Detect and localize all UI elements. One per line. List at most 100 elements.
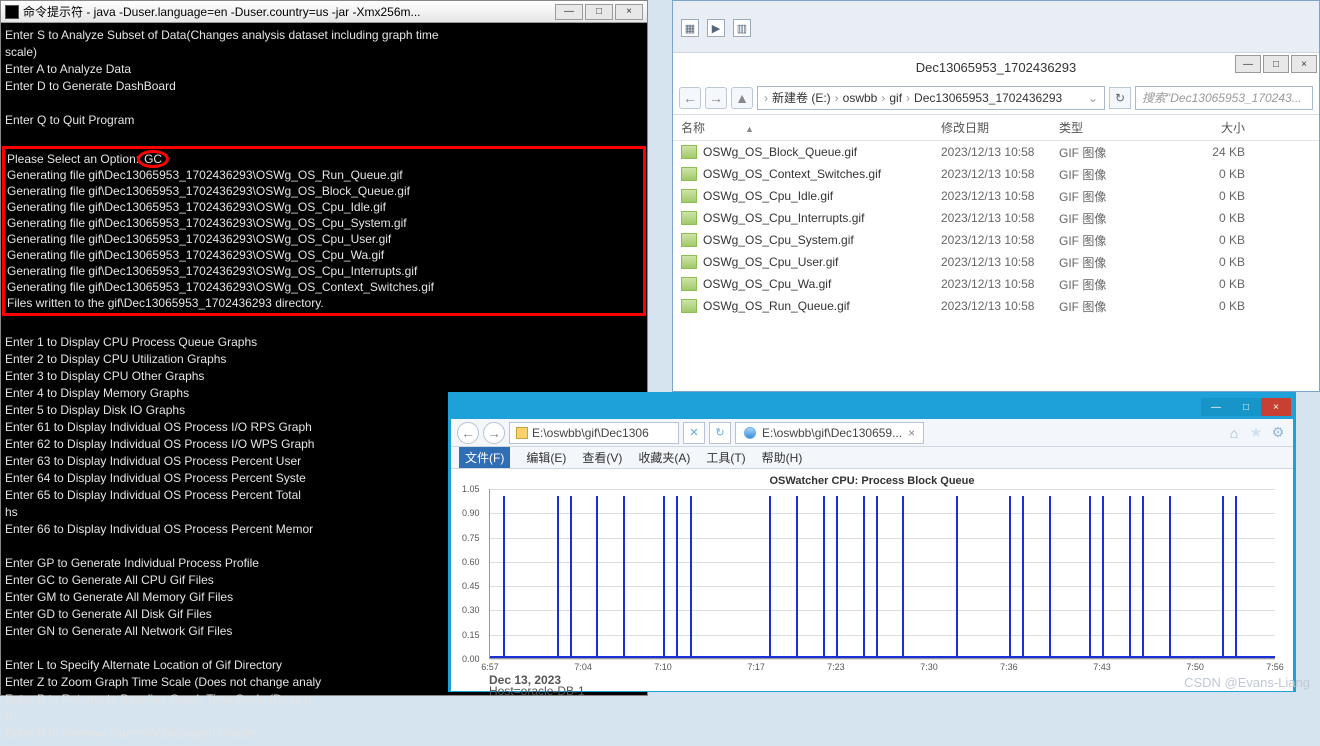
file-type: GIF 图像 — [1059, 144, 1175, 161]
file-type: GIF 图像 — [1059, 210, 1175, 227]
chart-spike — [796, 496, 798, 658]
chart-plot: 0.000.150.300.450.600.750.901.056:577:04… — [489, 489, 1275, 659]
breadcrumb-item[interactable]: 新建卷 (E:) — [772, 89, 831, 106]
cmd-close-button[interactable]: × — [615, 4, 643, 20]
col-type-label[interactable]: 类型 — [1059, 119, 1175, 136]
opt-prompt: Please Select an Option: — [7, 152, 139, 166]
ie-back-button[interactable]: ← — [457, 422, 479, 444]
menu-favorites[interactable]: 收藏夹(A) — [638, 449, 690, 466]
file-size: 0 KB — [1175, 299, 1245, 313]
menu-tools[interactable]: 工具(T) — [706, 449, 745, 466]
settings-gear-icon[interactable]: ⚙ — [1269, 424, 1287, 442]
col-date-label[interactable]: 修改日期 — [941, 119, 1059, 136]
column-headers[interactable]: 名称 ▲ 修改日期 类型 大小 — [673, 115, 1319, 141]
file-row[interactable]: OSWg_OS_Cpu_Interrupts.gif2023/12/13 10:… — [673, 207, 1319, 229]
ie-tab[interactable]: E:\oswbb\gif\Dec130659... × — [735, 422, 924, 444]
ie-menu-bar[interactable]: 文件(F) 编辑(E) 查看(V) 收藏夹(A) 工具(T) 帮助(H) — [451, 447, 1293, 469]
breadcrumb-item[interactable]: oswbb — [843, 91, 878, 105]
menu-edit[interactable]: 编辑(E) — [526, 449, 566, 466]
file-row[interactable]: OSWg_OS_Cpu_System.gif2023/12/13 10:58GI… — [673, 229, 1319, 251]
favorites-icon[interactable]: ★ — [1247, 424, 1265, 442]
file-row[interactable]: OSWg_OS_Run_Queue.gif2023/12/13 10:58GIF… — [673, 295, 1319, 317]
file-date: 2023/12/13 10:58 — [941, 233, 1059, 247]
file-row[interactable]: OSWg_OS_Block_Queue.gif2023/12/13 10:58G… — [673, 141, 1319, 163]
chart-spike — [1022, 496, 1024, 658]
refresh-button[interactable]: ↻ — [1109, 87, 1131, 109]
explorer-maximize-button[interactable]: □ — [1263, 55, 1289, 73]
explorer-title-text: Dec13065953_1702436293 — [916, 60, 1077, 75]
toolbar-icon[interactable]: ▦ — [681, 19, 699, 37]
ie-close-button[interactable]: × — [1261, 398, 1291, 416]
explorer-address-row: ← → ▲ › 新建卷 (E:) › oswbb › gif › Dec1306… — [673, 81, 1319, 115]
ie-address-bar[interactable]: E:\oswbb\gif\Dec1306 — [509, 422, 679, 444]
menu-view[interactable]: 查看(V) — [582, 449, 622, 466]
file-row[interactable]: OSWg_OS_Cpu_User.gif2023/12/13 10:58GIF … — [673, 251, 1319, 273]
chart-spike — [623, 496, 625, 658]
nav-up-button[interactable]: ▲ — [731, 87, 753, 109]
y-tick-label: 0.15 — [462, 630, 480, 640]
nav-back-button[interactable]: ← — [679, 87, 701, 109]
file-row[interactable]: OSWg_OS_Cpu_Wa.gif2023/12/13 10:58GIF 图像… — [673, 273, 1319, 295]
address-bar[interactable]: › 新建卷 (E:) › oswbb › gif › Dec13065953_1… — [757, 86, 1105, 110]
col-name-label[interactable]: 名称 — [681, 121, 705, 135]
file-name: OSWg_OS_Cpu_Interrupts.gif — [703, 211, 941, 225]
file-icon — [681, 167, 697, 181]
y-tick-label: 0.30 — [462, 605, 480, 615]
nav-forward-button[interactable]: → — [705, 87, 727, 109]
chart-spike — [663, 496, 665, 658]
toolbar-icon[interactable]: ▥ — [733, 19, 751, 37]
file-size: 0 KB — [1175, 233, 1245, 247]
cmd-minimize-button[interactable]: — — [555, 4, 583, 20]
file-row[interactable]: OSWg_OS_Cpu_Idle.gif2023/12/13 10:58GIF … — [673, 185, 1319, 207]
menu-help[interactable]: 帮助(H) — [762, 449, 803, 466]
cmd-titlebar[interactable]: 命令提示符 - java -Duser.language=en -Duser.c… — [1, 1, 647, 23]
ie-tab-close-icon[interactable]: × — [908, 426, 915, 440]
breadcrumb-sep: › — [881, 91, 885, 105]
explorer-titlebar[interactable]: Dec13065953_1702436293 — □ × — [673, 53, 1319, 81]
file-icon — [681, 299, 697, 313]
file-type: GIF 图像 — [1059, 188, 1175, 205]
chart-area: OSWatcher CPU: Process Block Queue 0.000… — [451, 469, 1293, 691]
file-icon — [681, 277, 697, 291]
chart-baseline — [490, 656, 1275, 658]
x-tick-label: 7:10 — [654, 662, 672, 672]
ie-minimize-button[interactable]: — — [1201, 398, 1231, 416]
file-row[interactable]: OSWg_OS_Context_Switches.gif2023/12/13 1… — [673, 163, 1319, 185]
ie-stop-button[interactable]: ✕ — [683, 422, 705, 444]
home-icon[interactable]: ⌂ — [1225, 424, 1243, 442]
cmd-maximize-button[interactable]: □ — [585, 4, 613, 20]
x-tick-label: 7:36 — [1000, 662, 1018, 672]
file-list: OSWg_OS_Block_Queue.gif2023/12/13 10:58G… — [673, 141, 1319, 317]
chart-spike — [876, 496, 878, 658]
breadcrumb-item[interactable]: gif — [889, 91, 902, 105]
y-tick-label: 0.90 — [462, 508, 480, 518]
file-date: 2023/12/13 10:58 — [941, 255, 1059, 269]
address-dropdown-icon[interactable]: ⌄ — [1088, 91, 1098, 105]
x-tick-label: 7:50 — [1186, 662, 1204, 672]
ie-titlebar[interactable]: — □ × — [451, 395, 1293, 419]
search-input[interactable]: 搜索"Dec13065953_170243... — [1135, 86, 1313, 110]
x-tick-label: 7:17 — [747, 662, 765, 672]
gen-line: Generating file gif\Dec13065953_17024362… — [7, 280, 434, 294]
ie-forward-button[interactable]: → — [483, 422, 505, 444]
file-type: GIF 图像 — [1059, 276, 1175, 293]
breadcrumb-item[interactable]: Dec13065953_1702436293 — [914, 91, 1062, 105]
ie-maximize-button[interactable]: □ — [1231, 398, 1261, 416]
file-size: 0 KB — [1175, 255, 1245, 269]
chart-spike — [1129, 496, 1131, 658]
menu-file[interactable]: 文件(F) — [459, 447, 510, 468]
gen-line: Generating file gif\Dec13065953_17024362… — [7, 216, 407, 230]
chart-spike — [1009, 496, 1011, 658]
file-name: OSWg_OS_Cpu_User.gif — [703, 255, 941, 269]
chart-spike — [836, 496, 838, 658]
sort-indicator-icon: ▲ — [745, 124, 754, 134]
chart-spike — [557, 496, 559, 658]
ie-refresh-button[interactable]: ↻ — [709, 422, 731, 444]
cmd-icon — [5, 5, 19, 19]
explorer-minimize-button[interactable]: — — [1235, 55, 1261, 73]
file-size: 0 KB — [1175, 277, 1245, 291]
toolbar-play-icon[interactable]: ▶ — [707, 19, 725, 37]
col-size-label[interactable]: 大小 — [1175, 119, 1245, 136]
ie-logo-icon — [744, 427, 756, 439]
explorer-close-button[interactable]: × — [1291, 55, 1317, 73]
